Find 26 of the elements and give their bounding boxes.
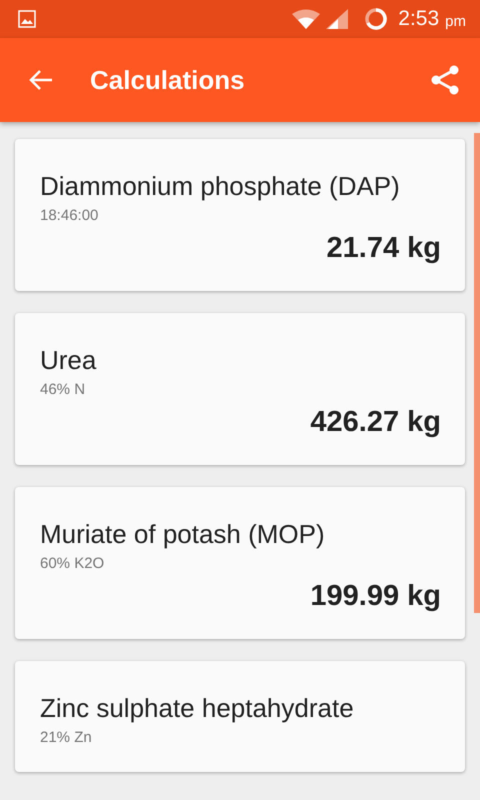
card-title: Zinc sulphate heptahydrate xyxy=(40,692,355,725)
card-subtitle: 21% Zn xyxy=(40,729,93,746)
card-subtitle: 46% N xyxy=(40,381,86,398)
image-icon xyxy=(18,10,36,28)
card-title: Urea xyxy=(40,344,98,377)
signal-icon xyxy=(326,9,348,29)
ring-icon xyxy=(364,7,388,31)
card-subtitle: 60% K2O xyxy=(40,555,106,572)
toolbar-title: Calculations xyxy=(90,64,245,96)
card-amount: 199.99 kg xyxy=(310,580,441,613)
fertilizer-card[interactable]: Diammonium phosphate (DAP) 18:46:00 21.74 kg xyxy=(15,139,465,291)
clock-time: 2:53 xyxy=(398,7,440,31)
card-amount: 21.74 kg xyxy=(326,232,441,265)
back-button[interactable] xyxy=(28,68,54,92)
card-title: Diammonium phosphate (DAP) xyxy=(40,170,401,203)
card-title: Muriate of potash (MOP) xyxy=(40,518,326,551)
fertilizer-card[interactable]: Zinc sulphate heptahydrate 21% Zn xyxy=(15,661,465,772)
wifi-icon xyxy=(292,9,320,29)
back-arrow-icon xyxy=(28,68,54,92)
share-button[interactable] xyxy=(430,64,460,96)
fertilizer-card[interactable]: Muriate of potash (MOP) 60% K2O 199.99 kg xyxy=(15,487,465,639)
share-icon xyxy=(430,64,460,96)
card-subtitle: 18:46:00 xyxy=(40,207,100,224)
fertilizer-card[interactable]: Urea 46% N 426.27 kg xyxy=(15,313,465,465)
card-amount: 426.27 kg xyxy=(310,406,441,439)
clock-period: pm xyxy=(445,12,466,30)
